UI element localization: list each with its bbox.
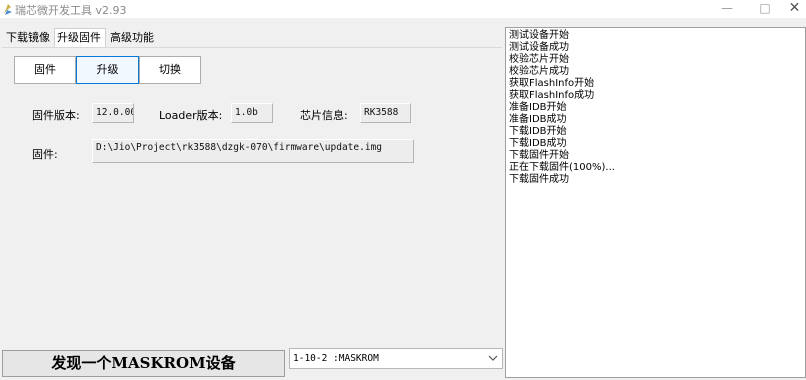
action-button-group: 固件 升级 切换 [14, 56, 201, 84]
tab-upgrade-firmware[interactable]: 升级固件 [54, 28, 106, 48]
upgrade-button[interactable]: 升级 [76, 56, 139, 84]
device-select-value: 1-10-2 :MASKROM [293, 353, 379, 364]
log-line: 获取FlashInfo成功 [509, 90, 595, 101]
close-button[interactable]: ✕ [783, 0, 806, 18]
chip-info-field: RK3588 [360, 103, 411, 123]
chevron-down-icon [488, 355, 498, 361]
log-line: 测试设备成功 [509, 42, 569, 53]
log-line: 下载固件开始 [509, 150, 569, 161]
tab-download-image[interactable]: 下载镜像 [4, 29, 54, 48]
log-line: 获取FlashInfo开始 [509, 78, 595, 89]
minimize-button[interactable]: — [707, 0, 747, 18]
log-line: 准备IDB成功 [509, 114, 567, 125]
window-title: 瑞芯微开发工具 v2.93 [15, 4, 127, 17]
log-line: 测试设备开始 [509, 30, 569, 41]
log-line: 下载IDB成功 [509, 138, 567, 149]
loader-version-label: Loader版本: [159, 109, 223, 122]
firmware-version-label: 固件版本: [32, 109, 80, 122]
tab-panel-divider [2, 47, 502, 48]
log-line: 下载IDB开始 [509, 126, 567, 137]
maximize-button[interactable]: □ [745, 0, 785, 18]
loader-version-field: 1.0b [231, 103, 273, 123]
app-logo-icon [4, 4, 12, 15]
log-line: 正在下载固件(100%)... [509, 162, 615, 173]
firmware-path-field: D:\Jio\Project\rk3588\dzgk-070\firmware\… [92, 139, 414, 163]
firmware-button[interactable]: 固件 [14, 56, 76, 84]
firmware-path-label: 固件: [32, 148, 58, 161]
log-line: 下载固件成功 [509, 174, 569, 185]
firmware-version-field: 12.0.00 [92, 103, 134, 123]
chip-info-label: 芯片信息: [300, 109, 348, 122]
log-line: 准备IDB开始 [509, 102, 567, 113]
device-select[interactable]: 1-10-2 :MASKROM [289, 348, 503, 369]
log-line: 校验芯片成功 [509, 66, 569, 77]
log-output[interactable]: 测试设备开始 测试设备成功 校验芯片开始 校验芯片成功 获取FlashInfo开… [505, 27, 806, 378]
tab-advanced-functions[interactable]: 高级功能 [108, 29, 160, 48]
title-bar: 瑞芯微开发工具 v2.93 — □ ✕ [0, 0, 806, 18]
switch-button[interactable]: 切换 [139, 56, 201, 84]
log-line: 校验芯片开始 [509, 54, 569, 65]
device-status-message: 发现一个MASKROM设备 [2, 350, 285, 377]
